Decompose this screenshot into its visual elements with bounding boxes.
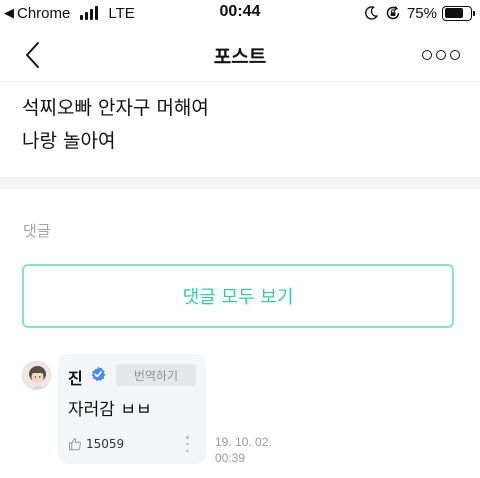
thumbs-up-icon[interactable] [68, 437, 82, 451]
comment-timestamp: 19. 10. 02. 00:39 [215, 434, 275, 466]
battery-level [444, 8, 464, 18]
like-count: 15059 [86, 437, 125, 451]
avatar[interactable] [22, 361, 51, 390]
nav-bar: 포스트 [0, 28, 480, 82]
comment-clock: 00:39 [215, 451, 246, 465]
battery-percent: 75% [406, 4, 437, 22]
comment-text: 자러감 ㅂㅂ [68, 400, 152, 420]
moon-icon [365, 6, 379, 20]
orientation-lock-icon [386, 6, 400, 20]
page-title: 포스트 [213, 46, 267, 68]
post-line: 석찌오빠 안자구 머해여 [22, 97, 209, 119]
avatar-image [23, 362, 50, 389]
verified-badge-icon [91, 366, 106, 381]
comments-label: 댓글 [23, 222, 51, 240]
comment-footer: 15059 [68, 434, 196, 454]
view-all-comments-button[interactable]: 댓글 모두 보기 [22, 264, 454, 328]
post-line: 나랑 놀아여 [22, 130, 116, 152]
post-content: 석찌오빠 안자구 머해여 나랑 놀아여 [22, 92, 209, 158]
comment-bubble: 진 번역하기 자러감 ㅂㅂ 15059 [58, 354, 206, 464]
status-bar: ◀ Chrome LTE 00:44 75% [0, 0, 480, 28]
more-options-icon[interactable] [422, 46, 462, 64]
comment-author[interactable]: 진 [68, 365, 83, 389]
comment-more-icon[interactable] [186, 436, 190, 452]
battery-icon [442, 5, 475, 21]
translate-button[interactable]: 번역하기 [116, 364, 196, 386]
comment-date: 19. 10. 02. [215, 435, 272, 449]
section-divider [0, 177, 480, 189]
